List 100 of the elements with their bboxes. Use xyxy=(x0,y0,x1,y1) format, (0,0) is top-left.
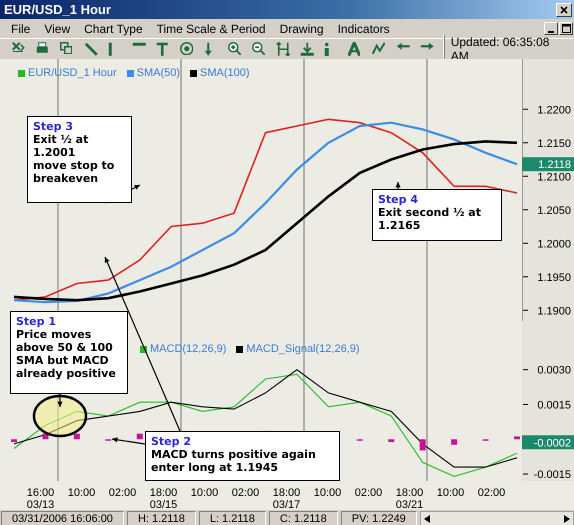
annotation-text: 1.2001 xyxy=(33,146,76,159)
zoom-in-icon xyxy=(228,42,242,55)
zoom-in-button[interactable] xyxy=(228,42,243,56)
legend-label: SMA(50) xyxy=(136,67,180,79)
time-label: 10:00 xyxy=(314,487,342,499)
axis-tick xyxy=(522,474,528,475)
date-time-field: 03/31/2006 16:06:00 xyxy=(1,511,124,525)
text-tool-button[interactable] xyxy=(156,42,171,56)
axis-label: 1.2100 xyxy=(537,171,571,184)
annotation-text: Price moves xyxy=(16,328,92,341)
menu-item[interactable]: Drawing xyxy=(272,20,331,38)
menu-item[interactable]: Chart Type xyxy=(77,20,150,38)
target-icon xyxy=(180,42,194,55)
annotation-text: 1.2165 xyxy=(378,219,422,232)
annotation-text: above 50 & 100 xyxy=(16,341,114,354)
annotation-title: Step 4 xyxy=(378,193,419,206)
close-button[interactable] xyxy=(556,2,572,16)
time-label: 18:00 xyxy=(396,487,424,499)
fit-button[interactable] xyxy=(276,42,291,56)
time-label: 10:00 xyxy=(436,487,464,499)
time-label: 18:00 xyxy=(150,487,178,499)
maximize-button[interactable] xyxy=(559,22,573,35)
diagonal-line-button[interactable] xyxy=(84,42,99,56)
download-button[interactable] xyxy=(300,42,315,56)
target-button[interactable] xyxy=(180,42,195,56)
price-field: H: 1.2118 xyxy=(126,511,196,525)
axis-label: 1.1950 xyxy=(537,272,571,284)
letter-icon xyxy=(348,42,360,56)
annotation-title: Step 2 xyxy=(151,435,192,448)
axis-label: 1.2150 xyxy=(537,138,571,150)
zigzag-icon xyxy=(372,42,386,54)
axis-tick xyxy=(522,209,528,210)
axis-tick xyxy=(522,310,528,311)
annotation-title: Step 1 xyxy=(16,315,57,328)
minimize-icon xyxy=(548,30,554,32)
highlight-ellipse xyxy=(32,394,88,438)
annotation-text: move stop to xyxy=(33,159,116,172)
axis-tick xyxy=(522,108,528,110)
axis-label: 1.2050 xyxy=(537,204,571,217)
left-arrow-icon xyxy=(396,42,410,50)
time-label: 10:00 xyxy=(190,487,218,499)
menu-item[interactable]: Time Scale & Period xyxy=(150,20,273,38)
price-field: L: 1.2118 xyxy=(198,511,266,525)
down-arrow-icon xyxy=(204,42,212,56)
diagonal-line-icon xyxy=(84,42,98,56)
date-label: 03/21 xyxy=(396,499,424,511)
time-label: 16:00 xyxy=(26,487,54,499)
windows-icon xyxy=(60,42,72,54)
annotation-text: already positive xyxy=(16,367,117,380)
price-field: PV: 1.2249 xyxy=(340,511,417,525)
date-label: 03/13 xyxy=(26,499,54,511)
time-label: 02:00 xyxy=(478,487,506,499)
axis-tick xyxy=(522,369,528,370)
minimize-button[interactable] xyxy=(544,22,558,35)
window-title: EUR/USD_1 Hour xyxy=(4,2,112,17)
time-label: 18:00 xyxy=(272,487,300,499)
axis-label: -0.0015 xyxy=(534,469,571,481)
date-label: 03/17 xyxy=(272,499,300,511)
zigzag-button[interactable] xyxy=(372,42,387,56)
current-price-label: 1.2118 xyxy=(522,157,574,172)
zoom-out-icon xyxy=(252,42,266,55)
axis-tick xyxy=(522,176,528,177)
axis-tick xyxy=(522,142,528,144)
current-macd-label: -0.0002 xyxy=(522,435,574,450)
annotation-text: breakeven xyxy=(33,172,100,185)
printer-icon xyxy=(36,42,48,53)
annotation-title: Step 3 xyxy=(33,120,74,133)
axis-label: 1.2200 xyxy=(537,104,571,116)
zoom-out-button[interactable] xyxy=(252,42,267,56)
axis-tick xyxy=(522,404,528,405)
annotation-text: enter long at 1.1945 xyxy=(151,461,280,474)
price-field: C: 1.2118 xyxy=(268,511,338,525)
info-icon xyxy=(324,42,330,56)
windows-button[interactable] xyxy=(60,42,75,56)
annotation-text: SMA but MACD xyxy=(16,354,110,367)
axis-label: 0.0015 xyxy=(537,399,571,412)
time-label: 02:00 xyxy=(354,487,382,499)
axis-label: 0.0030 xyxy=(537,364,571,377)
maximize-icon xyxy=(562,24,570,33)
download-icon xyxy=(300,42,314,56)
scroll-right-icon xyxy=(564,514,570,522)
export-icon xyxy=(12,42,24,52)
menu-item[interactable]: Indicators xyxy=(330,20,397,38)
close-icon xyxy=(560,6,568,14)
menu-item[interactable]: View xyxy=(37,20,78,38)
time-label: 02:00 xyxy=(108,487,136,499)
axis-tick xyxy=(522,276,528,278)
axis-tick xyxy=(522,242,528,244)
right-arrow-icon xyxy=(420,42,434,50)
fit-icon xyxy=(276,42,290,56)
menu-item[interactable]: File xyxy=(4,20,38,38)
annotation-text: Exit second ½ at xyxy=(378,206,482,219)
axis-label: 1.2000 xyxy=(537,238,571,250)
scrollbar[interactable] xyxy=(420,511,574,525)
date-label: 03/15 xyxy=(150,499,178,511)
axis-label: 1.1900 xyxy=(537,305,571,318)
annotation-text: Exit ½ at xyxy=(33,133,90,146)
time-label: 10:00 xyxy=(68,487,96,499)
time-label: 02:00 xyxy=(232,487,260,499)
letter-button[interactable] xyxy=(348,42,363,56)
